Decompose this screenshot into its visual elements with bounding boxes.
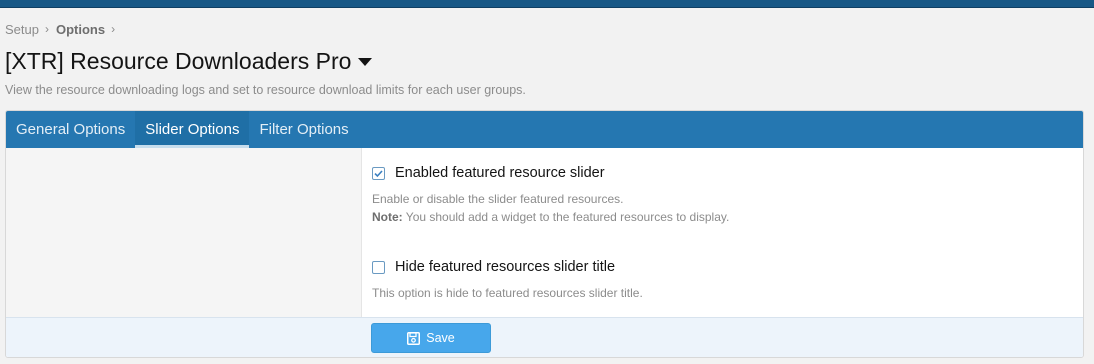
option-enable-slider: Enabled featured resource slider Enable … (372, 165, 729, 226)
top-navigation-bar (0, 0, 1094, 8)
form-submit-row: Save (6, 317, 1083, 357)
floppy-disk-icon (407, 331, 421, 345)
options-panel: General Options Slider Options Filter Op… (5, 110, 1084, 358)
note-label: Note: (372, 210, 403, 224)
page-title-text: [XTR] Resource Downloaders Pro (5, 47, 352, 74)
tab-general-options[interactable]: General Options (6, 111, 135, 148)
enable-slider-label: Enabled featured resource slider (395, 165, 605, 181)
checkmark-icon (374, 169, 383, 177)
caret-down-icon[interactable] (358, 58, 373, 66)
tab-bar: General Options Slider Options Filter Op… (6, 111, 1083, 148)
form-body: Enabled featured resource slider Enable … (6, 148, 1083, 317)
tab-filter-options[interactable]: Filter Options (249, 111, 358, 148)
hide-title-checkbox[interactable] (372, 260, 385, 274)
enable-slider-checkbox[interactable] (372, 166, 385, 180)
enable-slider-hint: Enable or disable the slider featured re… (372, 190, 729, 226)
hide-title-hint: This option is hide to featured resource… (372, 286, 643, 300)
breadcrumb-item-setup[interactable]: Setup (5, 22, 39, 37)
save-button[interactable]: Save (371, 323, 491, 353)
enable-slider-note: Note: You should add a widget to the fea… (372, 208, 729, 226)
note-text: You should add a widget to the featured … (402, 210, 730, 224)
enable-slider-hint-text: Enable or disable the slider featured re… (372, 192, 624, 206)
hide-title-label: Hide featured resources slider title (395, 259, 616, 275)
enable-slider-checkbox-row[interactable]: Enabled featured resource slider (372, 165, 729, 181)
form-label-column (6, 148, 362, 317)
save-button-label: Save (426, 331, 455, 345)
page-title: [XTR] Resource Downloaders Pro (5, 46, 373, 76)
breadcrumb: Setup › Options › (5, 21, 122, 37)
form-input-column: Enabled featured resource slider Enable … (362, 148, 1083, 317)
chevron-right-icon: › (44, 22, 49, 36)
chevron-right-icon: › (111, 22, 116, 36)
hide-title-checkbox-row[interactable]: Hide featured resources slider title (372, 259, 643, 275)
page-description: View the resource downloading logs and s… (5, 83, 526, 97)
option-hide-title: Hide featured resources slider title Thi… (372, 259, 643, 302)
tab-slider-options[interactable]: Slider Options (135, 111, 250, 148)
breadcrumb-item-options[interactable]: Options (56, 22, 105, 37)
